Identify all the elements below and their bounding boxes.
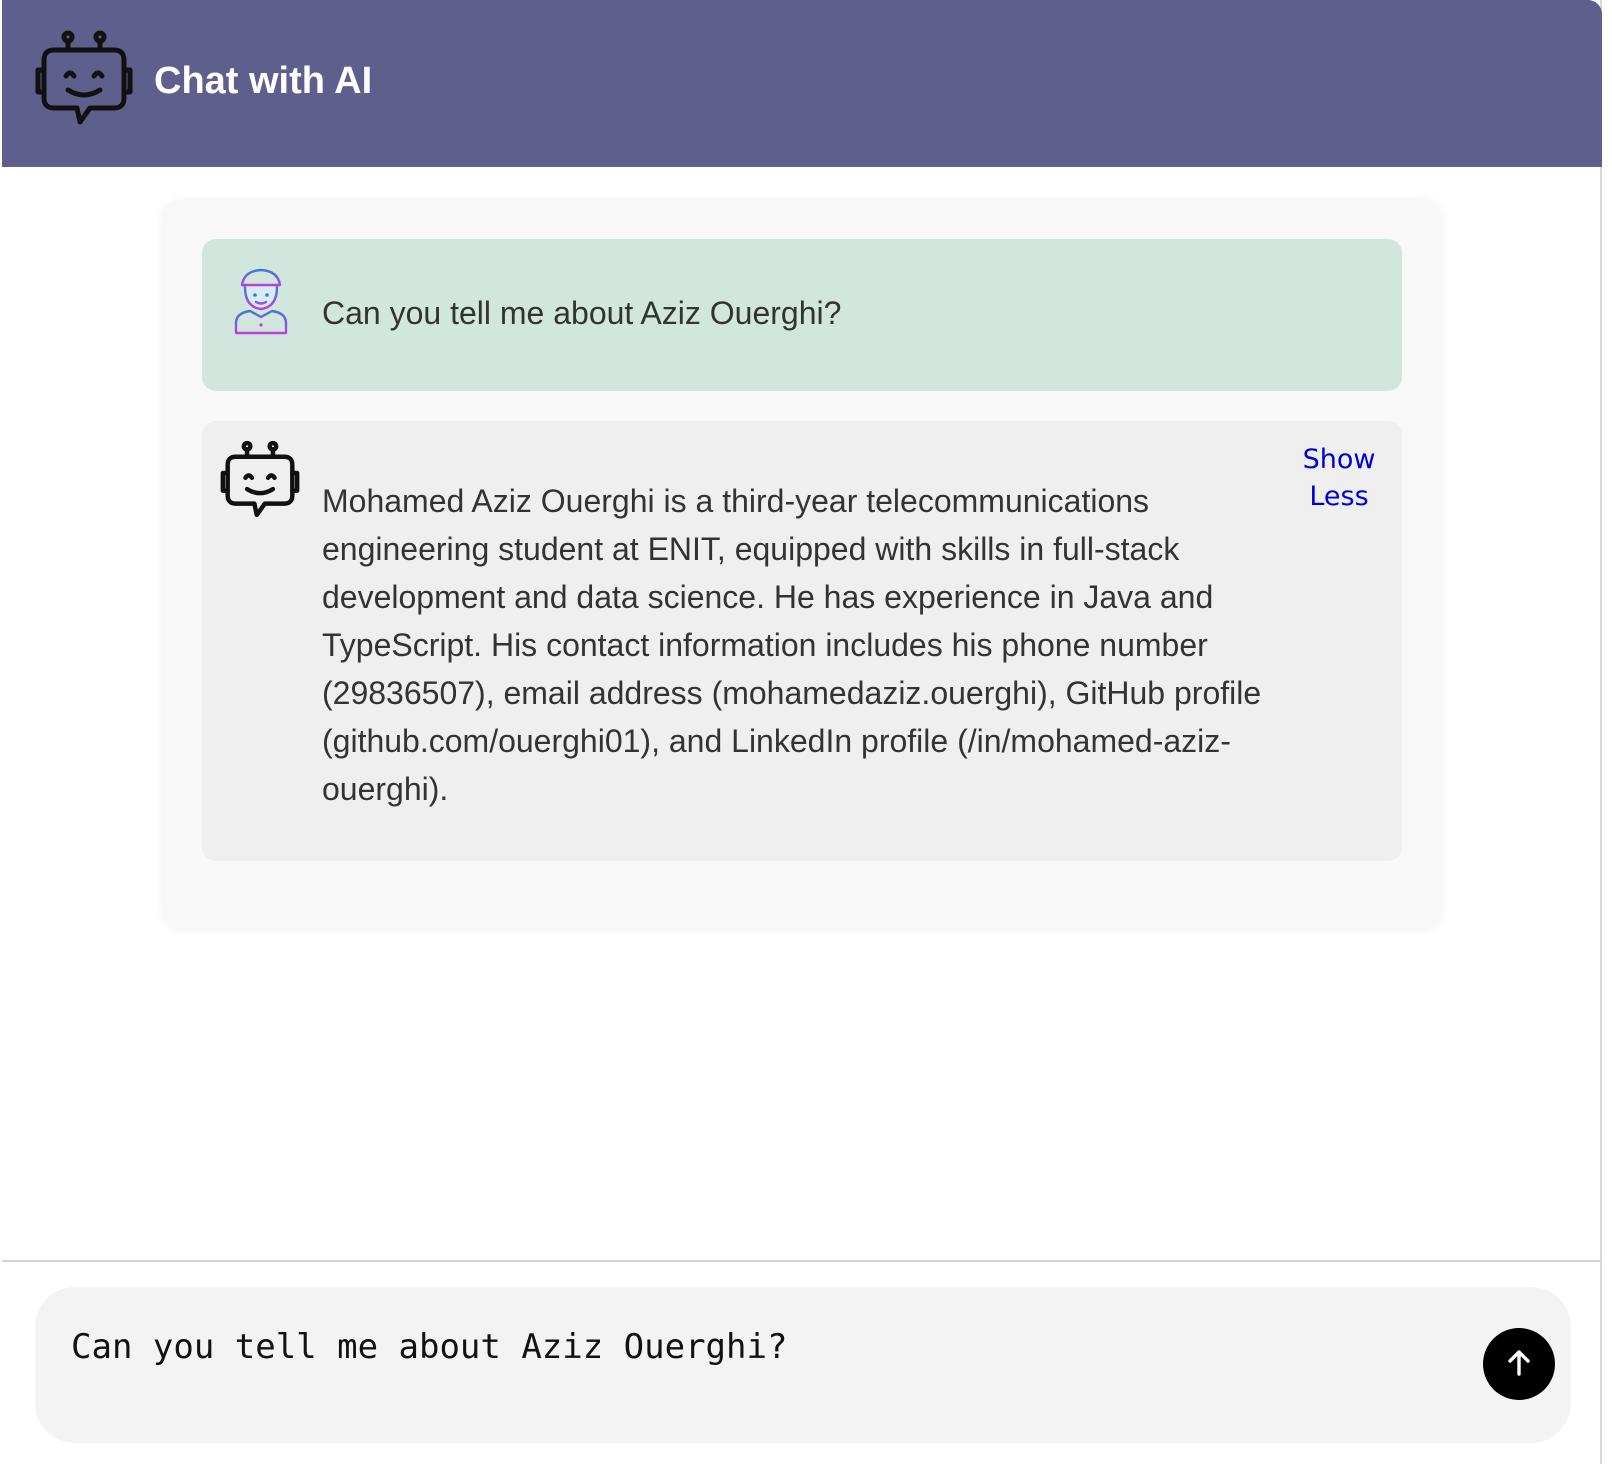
message-composer <box>35 1287 1571 1443</box>
composer-divider <box>2 1260 1602 1262</box>
user-avatar-icon <box>232 265 290 335</box>
user-message-text: Can you tell me about Aziz Ouerghi? <box>322 295 842 331</box>
robot-icon <box>218 439 302 523</box>
user-message: Can you tell me about Aziz Ouerghi? <box>202 239 1402 391</box>
app-header: Chat with AI <box>2 0 1602 167</box>
assistant-message: Mohamed Aziz Ouerghi is a third-year tel… <box>202 421 1402 861</box>
show-less-link[interactable]: Show Less <box>1294 441 1384 515</box>
conversation-panel: Can you tell me about Aziz Ouerghi? Moha… <box>162 200 1442 930</box>
message-input[interactable] <box>71 1317 1431 1377</box>
assistant-message-text: Mohamed Aziz Ouerghi is a third-year tel… <box>322 483 1262 807</box>
robot-icon <box>32 28 136 132</box>
send-button[interactable] <box>1483 1328 1555 1400</box>
arrow-up-icon <box>1504 1348 1534 1381</box>
app-title: Chat with AI <box>154 60 373 102</box>
chat-app: Chat with AI Can you tell me about Aziz … <box>2 0 1602 1464</box>
